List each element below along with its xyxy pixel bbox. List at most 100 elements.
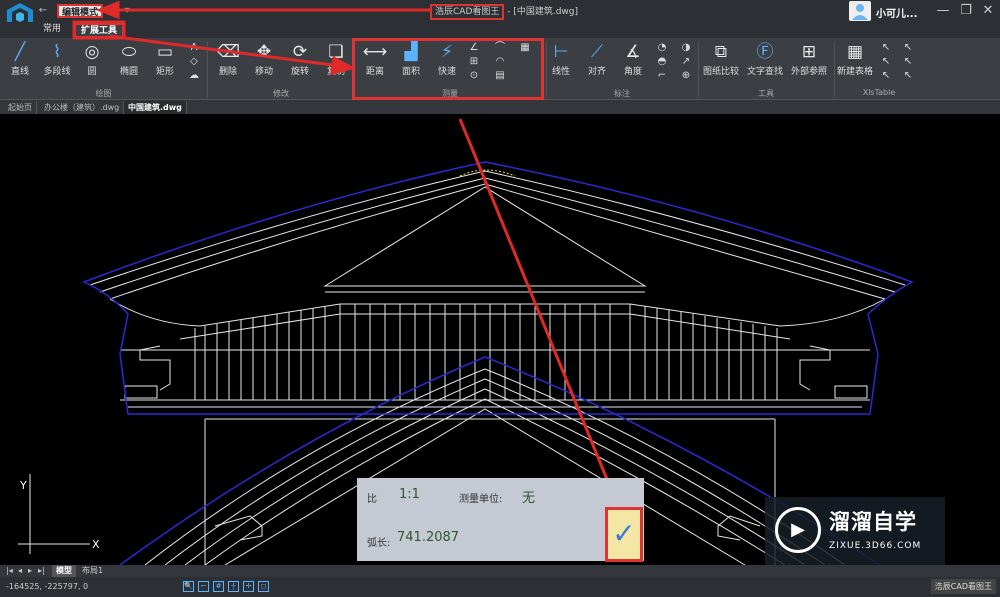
- cursor-icon[interactable]: ↖: [902, 56, 914, 68]
- eraser-icon: ⌫: [215, 42, 241, 62]
- confirm-check-icon[interactable]: ✓: [605, 507, 643, 562]
- tab-start-page[interactable]: 起始页: [4, 101, 37, 114]
- group-label-tools: 工具: [758, 89, 774, 98]
- document-tabs: 起始页 办公楼（建筑）.dwg 中国建筑.dwg: [0, 100, 1000, 114]
- tab-model[interactable]: 模型: [52, 565, 76, 577]
- redo-icon[interactable]: ↷: [106, 4, 120, 18]
- cursor-icon[interactable]: ↖: [880, 70, 892, 82]
- compare-drawing-button[interactable]: ⧉ 图纸比较: [702, 40, 740, 77]
- delete-tool-button[interactable]: ⌫ 删除: [209, 40, 247, 77]
- move-tool-button[interactable]: ✥ 移动: [245, 40, 283, 77]
- tab-layout1[interactable]: 布局1: [78, 565, 107, 577]
- measure-group-highlight: [352, 38, 544, 100]
- text-icon[interactable]: A: [188, 42, 200, 54]
- group-label-draw: 绘图: [95, 89, 112, 98]
- copy-tool-button[interactable]: ❏ 复制: [317, 40, 355, 77]
- tool-label: 新建表格: [836, 67, 873, 77]
- text-find-button[interactable]: Ⓕ 文字查找: [746, 40, 784, 77]
- line-tool-button[interactable]: ╱ 直线: [1, 40, 39, 77]
- close-icon[interactable]: ✕: [980, 3, 996, 19]
- table-icon: ▦: [846, 42, 864, 62]
- play-icon: ▶: [775, 507, 821, 553]
- watermark-url: ZIXUE.3D66.COM: [829, 541, 922, 551]
- tool-label: 直线: [10, 67, 29, 77]
- arc-dim-icon[interactable]: ◓: [656, 56, 668, 68]
- tool-label: 矩形: [155, 67, 174, 77]
- rectangle-icon: ▭: [156, 42, 174, 62]
- tab-common[interactable]: 常用: [38, 23, 66, 38]
- grid-icon[interactable]: #: [213, 581, 224, 592]
- window-title: 浩辰CAD看图王 - [中国建筑.dwg]: [430, 4, 579, 20]
- doc-title: - [中国建筑.dwg]: [504, 7, 579, 17]
- cloud-icon[interactable]: ☁: [188, 70, 200, 82]
- coordinates-readout: -164525, -225797, 0: [6, 582, 89, 591]
- back-arrow-icon[interactable]: ←: [36, 4, 50, 18]
- tool-label: 图纸比较: [702, 67, 739, 77]
- tool-label: 椭圆: [119, 67, 138, 77]
- line-icon: ╱: [14, 42, 26, 62]
- new-table-button[interactable]: ▦ 新建表格: [836, 40, 874, 77]
- tab-office-building[interactable]: 办公楼（建筑）.dwg: [40, 101, 125, 114]
- center-mark-icon[interactable]: ⊕: [680, 70, 692, 82]
- maximize-icon[interactable]: ❐: [958, 3, 974, 19]
- ellipse-tool-button[interactable]: ⬭ 椭圆: [110, 40, 148, 77]
- tool-label: 圆: [87, 67, 97, 77]
- measure-result-panel: 比 1:1 测量单位: 无 弧长: 741.2087: [357, 478, 644, 561]
- tool-label: 外部参照: [790, 67, 827, 77]
- radius-dim-icon[interactable]: ◔: [656, 42, 668, 54]
- diameter-dim-icon[interactable]: ◑: [680, 42, 692, 54]
- tool-label: 线性: [551, 67, 570, 77]
- aligned-dim-button[interactable]: ⟋ 对齐: [578, 40, 616, 77]
- status-bar: -164525, -225797, 0 🔍 ⌐ # ┼ ✛ ◻ 浩辰CAD看图王: [0, 577, 1000, 597]
- user-name[interactable]: 小可儿...: [876, 5, 917, 20]
- watermark-logo: ▶ 溜溜自学 ZIXUE.3D66.COM: [765, 497, 945, 565]
- menu-tabs: 常用 扩展工具: [0, 22, 1000, 38]
- tool-label: 移动: [254, 67, 273, 77]
- ratio-value: 1:1: [399, 487, 420, 502]
- last-page-icon[interactable]: ▸|: [34, 565, 49, 577]
- osnap-icon[interactable]: ◻: [258, 581, 269, 592]
- minimize-icon[interactable]: —: [935, 3, 951, 19]
- rotate-icon: ⟳: [292, 42, 308, 62]
- ordinate-icon[interactable]: ⌐: [656, 70, 668, 82]
- eraser-icon[interactable]: ◇: [188, 56, 200, 68]
- watermark-title: 溜溜自学: [829, 510, 917, 534]
- arc-length-value: 741.2087: [397, 530, 460, 545]
- ortho-icon[interactable]: ┼: [228, 581, 239, 592]
- xref-button[interactable]: ⊞ 外部参照: [790, 40, 828, 77]
- circle-icon: ◎: [84, 42, 100, 62]
- arc-length-label: 弧长:: [367, 538, 391, 549]
- angle-dim-icon: ∡: [625, 42, 641, 62]
- zoom-icon[interactable]: 🔍: [183, 581, 194, 592]
- angle-dim-button[interactable]: ∡ 角度: [614, 40, 652, 77]
- polyline-icon: ⌇: [52, 42, 62, 62]
- status-brand: 浩辰CAD看图王: [930, 579, 996, 594]
- polyline-tool-button[interactable]: ⌇ 多段线: [38, 40, 76, 77]
- cursor-icon[interactable]: ↖: [902, 70, 914, 82]
- edit-mode-button[interactable]: 编辑模式: [57, 4, 104, 18]
- tab-extended-tools[interactable]: 扩展工具: [74, 23, 125, 38]
- tool-label: 文字查找: [746, 67, 783, 77]
- compare-icon: ⧉: [714, 42, 728, 62]
- snap-icon[interactable]: ⌐: [198, 581, 209, 592]
- rectangle-tool-button[interactable]: ▭ 矩形: [146, 40, 184, 77]
- app-title: 浩辰CAD看图王: [430, 4, 505, 20]
- unit-label: 测量单位:: [459, 494, 503, 505]
- linear-dim-button[interactable]: ⊢ 线性: [542, 40, 580, 77]
- circle-tool-button[interactable]: ◎ 圆: [73, 40, 111, 77]
- tool-label: 多段线: [43, 67, 71, 77]
- cursor-icon[interactable]: ↖: [880, 56, 892, 68]
- avatar[interactable]: [849, 1, 871, 21]
- dropdown-icon[interactable]: ▾: [120, 4, 134, 18]
- cursor-icon[interactable]: ↖: [902, 42, 914, 54]
- tool-label: 旋转: [290, 67, 309, 77]
- cursor-icon[interactable]: ↖: [880, 42, 892, 54]
- polar-icon[interactable]: ✛: [243, 581, 254, 592]
- leader-icon[interactable]: ↗: [680, 56, 692, 68]
- unit-value[interactable]: 无: [522, 487, 535, 506]
- tool-label: 角度: [623, 67, 642, 77]
- group-label-annotate: 标注: [614, 89, 630, 98]
- rotate-tool-button[interactable]: ⟳ 旋转: [281, 40, 319, 77]
- tab-chinese-building[interactable]: 中国建筑.dwg: [124, 101, 187, 114]
- group-label-modify: 修改: [273, 89, 289, 98]
